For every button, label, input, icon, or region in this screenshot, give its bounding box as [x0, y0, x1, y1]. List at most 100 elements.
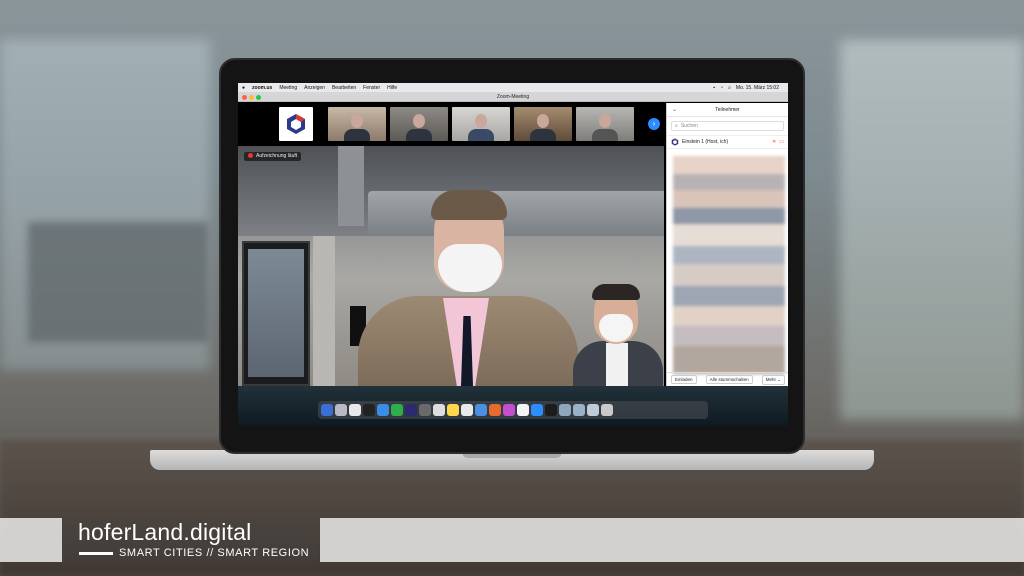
participants-footer: Einladen Alle stummschalten Mehr ⌄	[667, 372, 788, 386]
participant-body	[344, 129, 370, 141]
participant-thumb[interactable]	[452, 107, 510, 141]
background-screen	[28, 222, 208, 342]
menu-app[interactable]: zoom.us	[252, 85, 272, 91]
participant-body	[530, 129, 556, 141]
branding-bar-right	[320, 518, 1024, 562]
folder-icon[interactable]	[545, 404, 557, 416]
background-scene: ● zoom.us Meeting Anzeigen Bearbeiten Fe…	[0, 0, 1024, 576]
participants-search-input[interactable]: ⌕ Suchen	[671, 121, 784, 131]
participant-row-me[interactable]: Einstein 1 (Host, ich) ✕ ▭	[667, 135, 788, 149]
apple-icon[interactable]: ●	[242, 85, 245, 91]
branding-bar-left	[0, 518, 62, 562]
brand-underline	[79, 552, 113, 555]
blurred-participant-list	[673, 156, 785, 374]
participant-body	[406, 129, 432, 141]
safari-icon[interactable]	[475, 404, 487, 416]
wall-monitor-screen	[248, 249, 304, 377]
participant-status-icons: ✕ ▭	[772, 139, 784, 145]
brand-subtitle: SMART CITIES // SMART REGION	[119, 547, 310, 559]
record-icon	[248, 153, 253, 158]
terminal-icon[interactable]	[363, 404, 375, 416]
ventilation-pipe	[338, 146, 364, 226]
pillar	[313, 236, 335, 386]
slack-icon[interactable]	[503, 404, 515, 416]
downloads-icon[interactable]	[559, 404, 571, 416]
speaker-mask	[438, 244, 502, 292]
spotify-icon[interactable]	[391, 404, 403, 416]
laptop-screen: ● zoom.us Meeting Anzeigen Bearbeiten Fe…	[238, 83, 788, 426]
menubar-status: ▪ ◔ ⌕ Mo. 15. März 15:02	[713, 85, 784, 91]
notion-icon[interactable]	[517, 404, 529, 416]
search-placeholder: Suchen	[680, 122, 698, 129]
chevron-down-icon[interactable]: ⌄	[672, 103, 677, 117]
mic-muted-icon[interactable]: ✕	[772, 139, 776, 145]
wifi-icon[interactable]: ◔	[720, 85, 723, 91]
participant-face	[537, 114, 549, 128]
search-icon: ⌕	[675, 122, 678, 129]
settings-icon[interactable]	[419, 404, 431, 416]
trash-icon[interactable]	[601, 404, 613, 416]
participants-header: ⌄ Teilnehmer	[667, 103, 788, 117]
participant-face	[413, 114, 425, 128]
participant-thumb-logo[interactable]	[279, 107, 313, 141]
finder-icon[interactable]	[321, 404, 333, 416]
menu-help[interactable]: Hilfe	[387, 85, 397, 91]
zoom-meeting-area: › Aufzeichnung läuft	[238, 103, 664, 386]
participant-face	[351, 114, 363, 128]
participant-body	[468, 129, 494, 141]
recording-indicator[interactable]: Aufzeichnung läuft	[244, 152, 302, 161]
chrome-icon[interactable]	[349, 404, 361, 416]
window-titlebar: Zoom-Meeting	[238, 92, 788, 102]
brand-title: hoferLand.digital	[78, 519, 252, 545]
video-off-icon[interactable]: ▭	[779, 139, 784, 145]
participant-body	[592, 129, 618, 141]
more-button[interactable]: Mehr ⌄	[761, 374, 785, 385]
menu-meeting[interactable]: Meeting	[279, 85, 297, 91]
documents-icon[interactable]	[573, 404, 585, 416]
participant-face	[475, 114, 487, 128]
participants-title: Teilnehmer	[715, 107, 740, 113]
second-person-shirt	[606, 343, 628, 386]
menu-window[interactable]: Fenster	[363, 85, 380, 91]
background-window-right	[840, 40, 1024, 420]
zoom-window-icon[interactable]	[256, 95, 261, 100]
participant-thumb[interactable]	[576, 107, 634, 141]
clock[interactable]: Mo. 15. März 15:02	[736, 85, 779, 91]
window-title: Zoom-Meeting	[496, 94, 530, 100]
recording-label: Aufzeichnung läuft	[256, 153, 298, 159]
ventilation-duct	[368, 191, 664, 236]
participant-thumb[interactable]	[390, 107, 448, 141]
mac-dock-area	[238, 386, 788, 426]
calculator-icon[interactable]	[433, 404, 445, 416]
mail-icon[interactable]	[377, 404, 389, 416]
participant-thumb[interactable]	[514, 107, 572, 141]
app-icon[interactable]	[405, 404, 417, 416]
invite-button[interactable]: Einladen	[671, 375, 697, 384]
active-speaker-video[interactable]: Aufzeichnung läuft	[238, 146, 664, 386]
menu-edit[interactable]: Bearbeiten	[332, 85, 356, 91]
participant-name: Einstein 1 (Host, ich)	[682, 139, 729, 145]
wall-monitor	[242, 241, 310, 386]
close-icon[interactable]	[242, 95, 247, 100]
second-person-hair	[592, 284, 640, 300]
hexagon-logo-icon	[671, 138, 679, 146]
laptop: ● zoom.us Meeting Anzeigen Bearbeiten Fe…	[219, 58, 805, 454]
calendar-icon[interactable]	[461, 404, 473, 416]
participant-thumb[interactable]	[328, 107, 386, 141]
dock	[318, 401, 708, 419]
chevron-right-icon[interactable]: ›	[648, 118, 660, 130]
zoom-status-icon[interactable]: ▪	[713, 85, 715, 91]
minimize-icon[interactable]	[249, 95, 254, 100]
menu-view[interactable]: Anzeigen	[304, 85, 325, 91]
screenshot-icon[interactable]	[587, 404, 599, 416]
notes-icon[interactable]	[447, 404, 459, 416]
zoom-app-icon[interactable]	[531, 404, 543, 416]
mute-all-button[interactable]: Alle stummschalten	[705, 375, 753, 384]
launchpad-icon[interactable]	[335, 404, 347, 416]
participant-face	[599, 114, 611, 128]
gallery-strip: ›	[238, 103, 664, 146]
search-icon[interactable]: ⌕	[728, 85, 731, 91]
mac-menubar: ● zoom.us Meeting Anzeigen Bearbeiten Fe…	[238, 83, 788, 92]
participants-panel: ⌄ Teilnehmer ⌕ Suchen Einstein 1 (Host, …	[666, 103, 788, 386]
firefox-icon[interactable]	[489, 404, 501, 416]
